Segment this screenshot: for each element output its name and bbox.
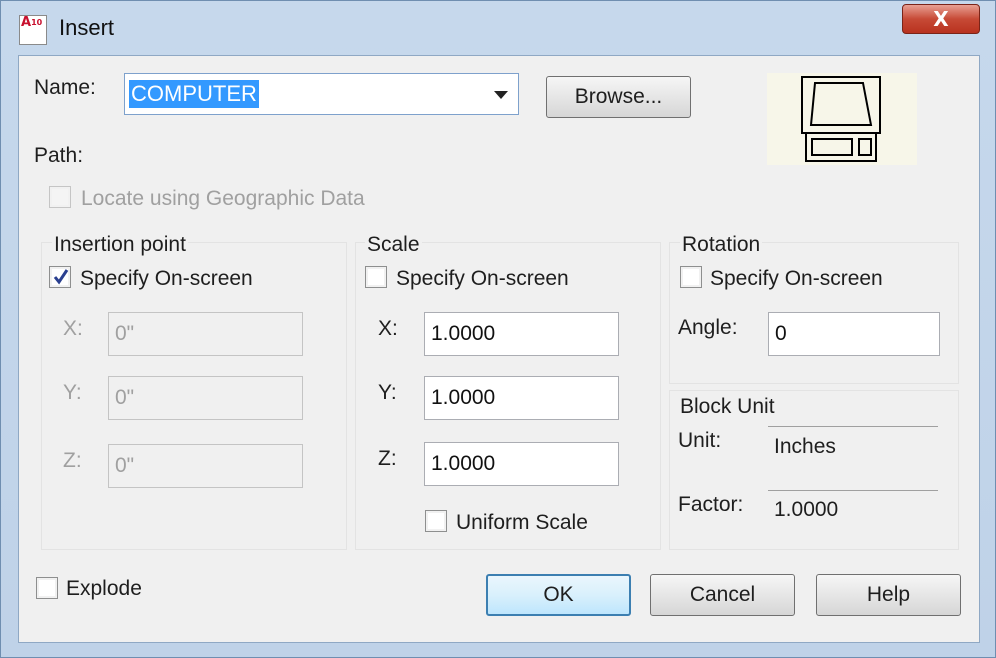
name-combobox-value: COMPUTER [129,80,259,108]
scale-z-field[interactable]: 1.0000 [424,442,619,486]
explode-label: Explode [66,577,142,600]
name-label: Name: [34,76,96,100]
cancel-button[interactable]: Cancel [650,574,795,616]
factor-field-border [768,490,938,491]
scale-x-label: X: [378,317,398,340]
scale-y-field[interactable]: 1.0000 [424,376,619,420]
insert-dialog: A10 Insert X Name: COMPUTER Browse... Pa… [0,0,996,658]
browse-button-label: Browse... [574,85,663,108]
scale-z-label: Z: [378,447,397,470]
dropdown-arrow-icon[interactable] [494,91,508,99]
app-icon-version: 10 [31,18,43,27]
autocad-app-icon: A10 [19,15,47,45]
insertion-x-label: X: [63,317,83,340]
cancel-button-label: Cancel [689,583,756,606]
insertion-specify-label: Specify On-screen [80,267,253,290]
checkmark-icon [53,269,69,285]
window-title: Insert [59,15,115,40]
insertion-specify-checkbox[interactable] [49,266,71,288]
name-combobox[interactable]: COMPUTER [124,73,519,115]
factor-value: 1.0000 [774,498,839,521]
close-icon: X [933,7,949,31]
rotation-title: Rotation [680,233,763,257]
block-preview [767,73,917,165]
insertion-z-label: Z: [63,449,82,472]
scale-x-field[interactable]: 1.0000 [424,312,619,356]
insertion-point-title: Insertion point [52,233,188,257]
help-button[interactable]: Help [816,574,961,616]
angle-field[interactable]: 0 [768,312,940,356]
scale-specify-label: Specify On-screen [396,267,569,290]
insertion-y-field[interactable]: 0" [108,376,303,420]
uniform-scale-checkbox[interactable] [425,510,447,532]
block-unit-title: Block Unit [680,395,775,418]
app-icon-letter: A [21,15,32,30]
ok-button-label: OK [543,583,574,606]
geo-label: Locate using Geographic Data [81,187,365,210]
unit-label: Unit: [678,429,722,452]
unit-value: Inches [774,435,836,458]
unit-field-border [768,426,938,427]
insertion-y-label: Y: [63,381,82,404]
uniform-scale-label: Uniform Scale [456,511,588,534]
scale-specify-checkbox[interactable] [365,266,387,288]
factor-label: Factor: [678,493,744,516]
name-label-text: Name: [34,76,96,99]
dialog-body: Name: COMPUTER Browse... Path: Locate us… [18,55,980,643]
computer-block-preview-icon [801,76,881,162]
help-button-label: Help [866,583,911,606]
browse-button[interactable]: Browse... [546,76,691,118]
title-bar[interactable]: A10 Insert X [1,1,995,55]
geo-checkbox[interactable] [49,186,71,208]
path-label: Path: [34,144,84,167]
rotation-specify-label: Specify On-screen [710,267,883,290]
scale-y-label: Y: [378,381,397,404]
angle-label: Angle: [678,316,738,339]
rotation-specify-checkbox[interactable] [680,266,702,288]
insertion-z-field[interactable]: 0" [108,444,303,488]
insertion-x-field[interactable]: 0" [108,312,303,356]
ok-button[interactable]: OK [486,574,631,616]
scale-title: Scale [365,233,422,257]
explode-checkbox[interactable] [36,577,58,599]
close-button[interactable]: X [902,4,980,34]
